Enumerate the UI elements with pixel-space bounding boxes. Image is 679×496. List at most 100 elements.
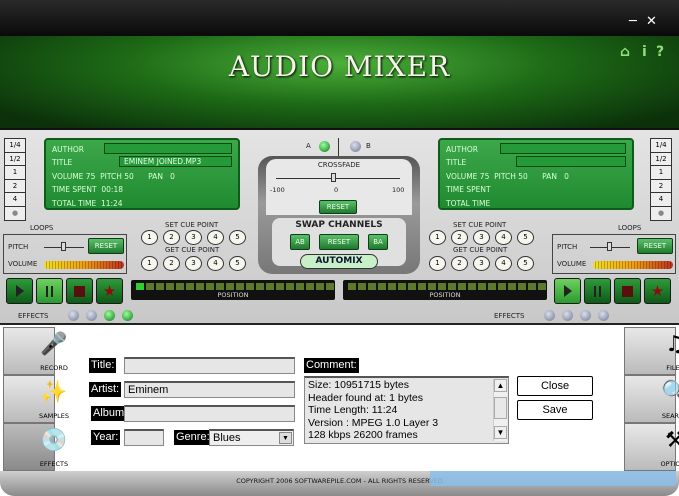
scroll-down-icon[interactable]: ▼	[494, 426, 507, 439]
loop-4[interactable]: 4	[651, 193, 671, 207]
loop-1[interactable]: 1	[5, 166, 25, 180]
swap-reset-button[interactable]: RESET	[319, 234, 359, 250]
genre-select[interactable]: Blues ▼	[209, 429, 294, 446]
crossfade-reset-button[interactable]: RESET	[319, 200, 357, 214]
pitch-reset-button[interactable]: RESET	[637, 238, 673, 254]
volume-label: VOLUME	[446, 171, 478, 181]
record-button[interactable]: 🎤 RECORD	[3, 327, 68, 375]
set-cue-label: SET CUE POINT	[453, 221, 507, 229]
minimize-button[interactable]: ─	[629, 14, 637, 29]
pitch-reset-button[interactable]: RESET	[88, 238, 124, 254]
chevron-down-icon[interactable]: ▼	[279, 432, 292, 444]
artist-input[interactable]: Eminem	[124, 381, 295, 398]
effect-toggle-3[interactable]	[104, 310, 115, 321]
files-button[interactable]: ♫ FILES	[624, 327, 679, 375]
pause-button[interactable]	[36, 278, 63, 304]
deck-b-indicator[interactable]	[350, 141, 361, 152]
effect-toggle-2[interactable]	[86, 310, 97, 321]
effect-button[interactable]: ★	[644, 278, 671, 304]
effect-toggle-3[interactable]	[580, 310, 591, 321]
get-cue-1[interactable]: 1	[141, 256, 158, 271]
effect-toggle-1[interactable]	[544, 310, 555, 321]
effect-toggle-2[interactable]	[562, 310, 573, 321]
play-icon	[563, 285, 572, 297]
album-input[interactable]	[124, 405, 295, 422]
swap-ba-button[interactable]: BA	[368, 234, 388, 250]
position-bar-a[interactable]: POSITION	[131, 280, 335, 300]
effect-button[interactable]: ★	[96, 278, 123, 304]
set-cue-5[interactable]: 5	[229, 230, 246, 245]
loop-off[interactable]: ●	[651, 207, 671, 221]
set-cue-5[interactable]: 5	[517, 230, 534, 245]
loop-1[interactable]: 1	[651, 166, 671, 180]
loop-quarter[interactable]: 1/4	[651, 139, 671, 153]
get-cue-5[interactable]: 5	[517, 256, 534, 271]
search-button[interactable]: 🔍 SEARCH	[624, 375, 679, 423]
loop-half[interactable]: 1/2	[5, 153, 25, 166]
pause-button[interactable]	[584, 278, 611, 304]
pitch-label: PITCH	[494, 171, 516, 181]
effects-button[interactable]: 💿 EFFECTS	[3, 423, 68, 471]
get-cue-1[interactable]: 1	[429, 256, 446, 271]
loop-4[interactable]: 4	[5, 193, 25, 207]
loop-off[interactable]: ●	[5, 207, 25, 221]
position-bar-b[interactable]: POSITION	[343, 280, 547, 300]
magnifier-icon: 🔍	[661, 380, 679, 405]
author-field	[500, 143, 626, 154]
stop-button[interactable]	[66, 278, 93, 304]
get-cue-5[interactable]: 5	[229, 256, 246, 271]
title-input[interactable]	[124, 357, 295, 374]
volume-meter[interactable]	[44, 261, 124, 269]
close-button[interactable]: ✕	[646, 14, 657, 29]
automix-button[interactable]: AUTOMIX	[300, 254, 378, 269]
pitch-thumb[interactable]	[61, 242, 66, 251]
loop-half[interactable]: 1/2	[651, 153, 671, 166]
effect-toggle-1[interactable]	[68, 310, 79, 321]
save-button[interactable]: Save	[517, 400, 593, 420]
set-cue-2[interactable]: 2	[451, 230, 468, 245]
effects-a	[68, 310, 133, 321]
set-cue-1[interactable]: 1	[141, 230, 158, 245]
set-cue-4[interactable]: 4	[495, 230, 512, 245]
loop-2[interactable]: 2	[5, 180, 25, 193]
effect-toggle-4[interactable]	[122, 310, 133, 321]
get-cue-2[interactable]: 2	[451, 256, 468, 271]
home-icon[interactable]: ⌂	[620, 44, 630, 60]
options-button[interactable]: ⚒ OPTIONS	[624, 423, 679, 471]
comment-label: Comment:	[304, 358, 359, 373]
close-dialog-button[interactable]: Close	[517, 376, 593, 396]
swap-ab-button[interactable]: AB	[290, 234, 310, 250]
get-cue-4[interactable]: 4	[495, 256, 512, 271]
set-cue-4[interactable]: 4	[207, 230, 224, 245]
effect-toggle-4[interactable]	[598, 310, 609, 321]
crossfade-thumb[interactable]	[331, 173, 336, 182]
samples-button[interactable]: ✨ SAMPLES	[3, 375, 69, 423]
set-cue-2[interactable]: 2	[163, 230, 180, 245]
deck-a-indicator[interactable]	[319, 141, 330, 152]
get-cue-3[interactable]: 3	[185, 256, 202, 271]
stop-button[interactable]	[614, 278, 641, 304]
play-button[interactable]	[554, 278, 581, 304]
volume-meter[interactable]	[593, 261, 673, 269]
loops-right: 1/4 1/2 1 2 4 ●	[650, 138, 672, 221]
play-button[interactable]	[6, 278, 33, 304]
get-cue-3[interactable]: 3	[473, 256, 490, 271]
loop-quarter[interactable]: 1/4	[5, 139, 25, 153]
set-cue-3[interactable]: 3	[185, 230, 202, 245]
scroll-up-icon[interactable]: ▲	[494, 379, 507, 392]
help-icon[interactable]: ?	[656, 44, 664, 60]
year-input[interactable]	[124, 429, 164, 446]
scroll-thumb[interactable]	[494, 397, 507, 419]
pitch-thumb[interactable]	[607, 242, 612, 251]
info-icon[interactable]: i	[642, 44, 647, 60]
pan-label: PAN	[542, 171, 557, 181]
set-cue-3[interactable]: 3	[473, 230, 490, 245]
set-cue-1[interactable]: 1	[429, 230, 446, 245]
get-cue-2[interactable]: 2	[163, 256, 180, 271]
comment-textarea[interactable]: Size: 10951715 bytes Header found at: 1 …	[304, 376, 509, 444]
swap-channels-label: SWAP CHANNELS	[295, 220, 383, 230]
comment-scrollbar[interactable]: ▲ ▼	[493, 379, 507, 441]
loop-2[interactable]: 2	[651, 180, 671, 193]
crossfade-slider[interactable]	[276, 178, 400, 179]
get-cue-4[interactable]: 4	[207, 256, 224, 271]
